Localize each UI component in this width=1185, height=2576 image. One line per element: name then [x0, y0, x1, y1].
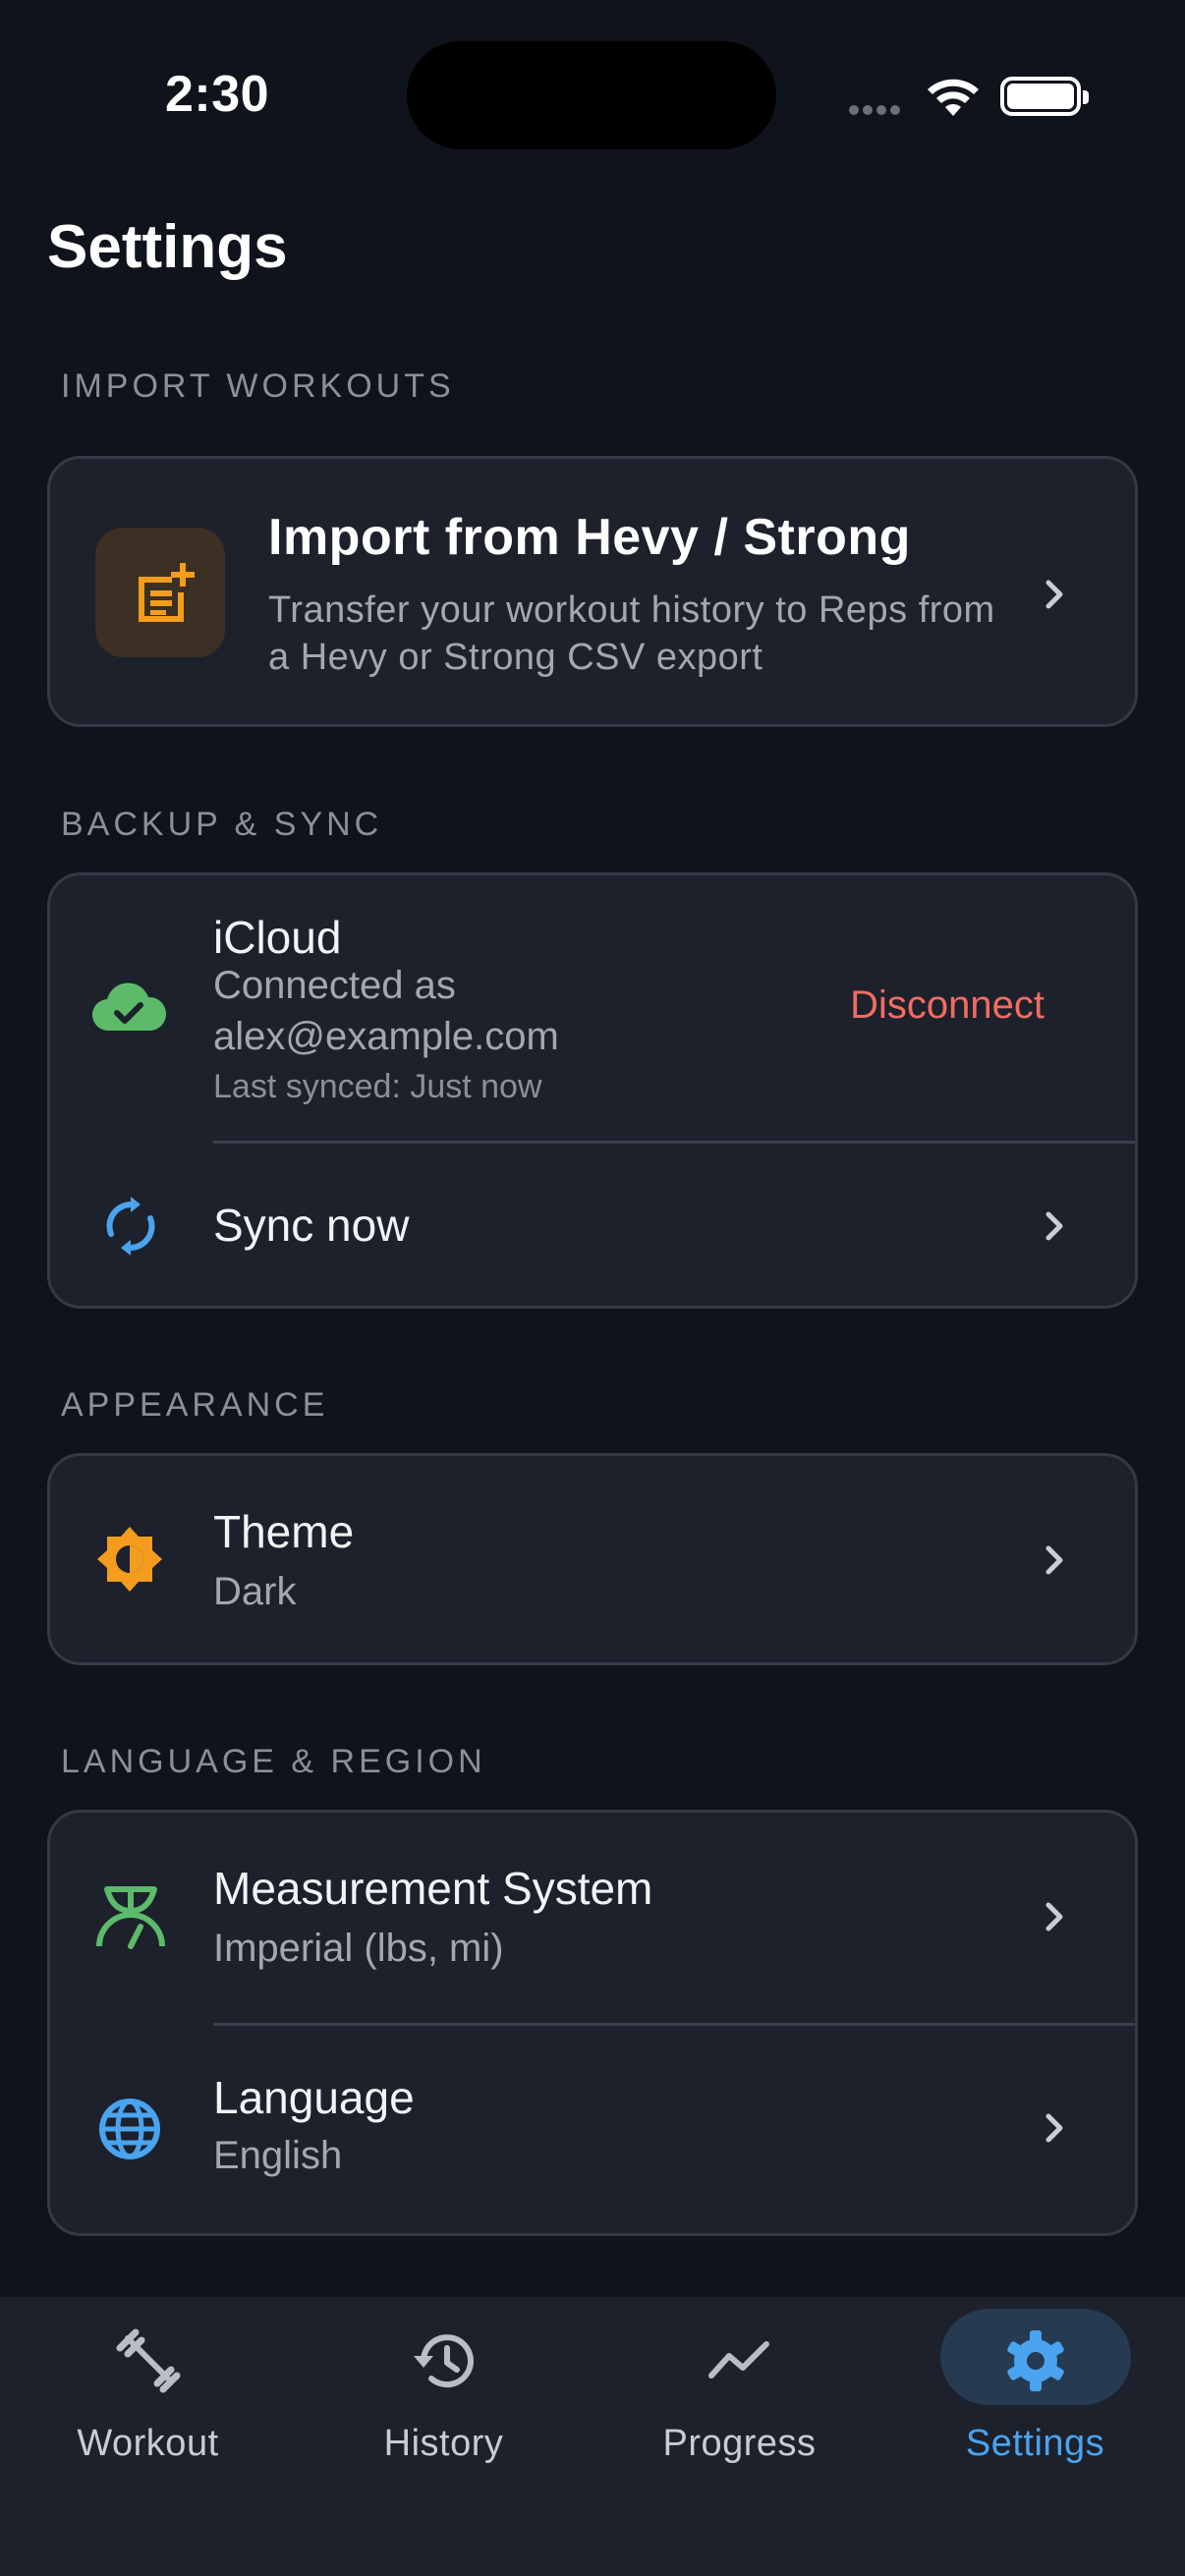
status-bar: 2:30	[0, 0, 1185, 177]
trend-icon	[707, 2341, 769, 2379]
theme-value: Dark	[213, 1570, 297, 1613]
chevron-right-icon	[1045, 1545, 1063, 1575]
measurement-row[interactable]: Measurement System Imperial (lbs, mi)	[50, 1813, 1135, 2025]
dynamic-island	[407, 41, 776, 149]
page-title: Settings	[47, 213, 288, 281]
section-label-backup: BACKUP & SYNC	[61, 806, 383, 843]
language-row[interactable]: Language English	[50, 2026, 1135, 2233]
icloud-title: iCloud	[213, 912, 342, 963]
cloud-check-icon	[92, 982, 166, 1032]
measurement-title: Measurement System	[213, 1863, 653, 1914]
language-title: Language	[213, 2072, 415, 2123]
backup-card: iCloud Connected as alex@example.com Las…	[47, 872, 1138, 1309]
language-value: English	[213, 2134, 343, 2177]
chevron-right-icon	[1045, 2113, 1063, 2143]
tab-label: History	[383, 2423, 504, 2464]
scale-icon	[96, 1886, 165, 1949]
dumbbell-icon	[116, 2328, 180, 2393]
theme-title: Theme	[213, 1506, 355, 1557]
history-icon	[413, 2334, 474, 2388]
tab-label: Settings	[965, 2423, 1105, 2464]
theme-row[interactable]: Theme Dark	[50, 1456, 1135, 1662]
tab-label: Workout	[77, 2423, 219, 2464]
status-time: 2:30	[165, 66, 270, 123]
wifi-icon	[928, 79, 979, 116]
language-region-card: Measurement System Imperial (lbs, mi) La…	[47, 1810, 1138, 2236]
brightness-icon	[97, 1527, 162, 1592]
tab-history[interactable]: History	[296, 2297, 592, 2513]
battery-icon	[1000, 77, 1089, 116]
measurement-value: Imperial (lbs, mi)	[213, 1927, 504, 1970]
chevron-right-icon	[1045, 1902, 1063, 1932]
chevron-right-icon	[1045, 1211, 1063, 1241]
note-add-icon	[139, 563, 195, 622]
section-label-language-region: LANGUAGE & REGION	[61, 1743, 486, 1780]
import-card[interactable]: Import from Hevy / Strong Transfer your …	[47, 456, 1138, 727]
section-label-import: IMPORT WORKOUTS	[61, 367, 455, 405]
cellular-signal-icon	[849, 102, 904, 120]
import-description: Transfer your workout history to Reps fr…	[268, 589, 995, 678]
last-synced-text: Last synced: Just now	[213, 1068, 542, 1105]
tab-settings[interactable]: Settings	[887, 2297, 1183, 2513]
globe-icon	[99, 2099, 160, 2159]
icloud-connected-label: Connected as	[213, 964, 456, 1007]
appearance-card: Theme Dark	[47, 1453, 1138, 1665]
tab-label: Progress	[662, 2423, 817, 2464]
import-title: Import from Hevy / Strong	[268, 509, 911, 566]
icloud-row: iCloud Connected as alex@example.com Las…	[50, 875, 1135, 1143]
sync-now-label: Sync now	[213, 1200, 410, 1251]
icloud-email: alex@example.com	[213, 1015, 559, 1058]
tab-workout[interactable]: Workout	[0, 2297, 296, 2513]
chevron-right-icon	[1045, 580, 1063, 609]
disconnect-button[interactable]: Disconnect	[850, 983, 1044, 1028]
import-icon-container	[95, 528, 225, 657]
gear-icon	[1006, 2330, 1064, 2391]
tab-bar: Workout History Progress Settings	[0, 2297, 1185, 2576]
settings-screen: 2:30 Settings IMPORT WORKOUTS Import fro…	[0, 0, 1185, 2576]
tab-progress[interactable]: Progress	[592, 2297, 887, 2513]
sync-now-row[interactable]: Sync now	[50, 1144, 1135, 1306]
section-label-appearance: APPEARANCE	[61, 1386, 329, 1424]
sync-icon	[106, 1197, 155, 1256]
